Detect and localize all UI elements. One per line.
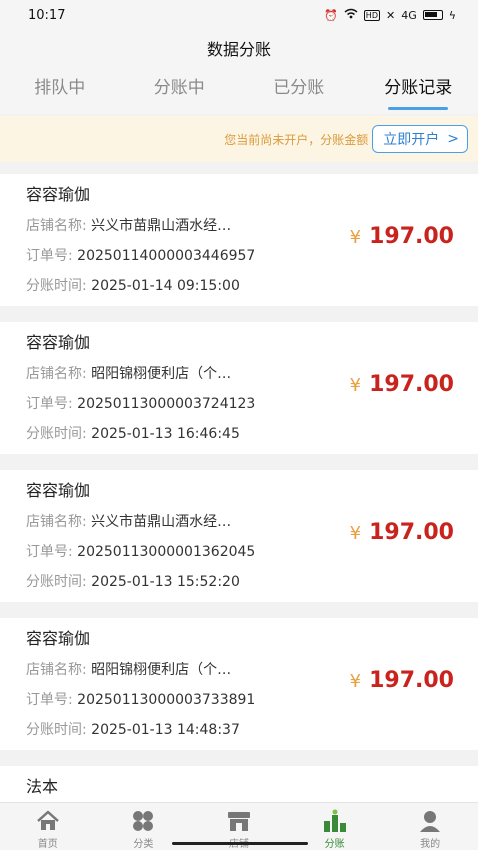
status-icons: ⏰ HD ✕ 4G ϟ (324, 8, 456, 22)
currency-symbol: ¥ (349, 375, 362, 396)
open-account-label: 立即开户 (383, 132, 440, 148)
home-icon (35, 809, 61, 833)
wifi-icon (344, 8, 358, 22)
home-indicator (172, 842, 308, 845)
record-card[interactable]: 容容瑜伽 店铺名称: 兴义市苗鼎山酒水经… 订单号: 2025011400000… (0, 174, 478, 306)
split-account-icon (322, 809, 348, 833)
tab-split-records[interactable]: 分账记录 (359, 70, 478, 114)
record-card[interactable]: 容容瑜伽 店铺名称: 昭阳锦栩便利店（个… 订单号: 2025011300000… (0, 322, 478, 454)
tab-splitting[interactable]: 分账中 (120, 70, 240, 114)
shop-icon (226, 809, 252, 833)
time-row: 分账时间: 2025-01-13 14:48:37 (26, 718, 478, 748)
time-row: 分账时间: 2025-01-13 16:46:45 (26, 422, 478, 452)
shop-label: 店铺名称: (26, 366, 87, 382)
order-value: 20250113000003733891 (77, 692, 256, 708)
nav-profile-label: 我的 (420, 839, 441, 850)
amount: ¥197.00 (350, 372, 454, 397)
tab-bar: 排队中 分账中 已分账 分账记录 (0, 70, 478, 114)
order-label: 订单号: (26, 396, 73, 412)
order-value: 20250113000001362045 (77, 544, 256, 560)
record-name: 容容瑜伽 (26, 185, 91, 204)
record-name: 容容瑜伽 (26, 629, 91, 648)
shop-value: 昭阳锦栩便利店（个… (91, 366, 232, 382)
order-value: 20250114000003446957 (77, 248, 256, 264)
record-name: 容容瑜伽 (26, 481, 91, 500)
amount: ¥197.00 (350, 224, 454, 249)
hd-badge: HD (363, 9, 380, 21)
time-value: 2025-01-14 09:15:00 (91, 278, 240, 294)
chevron-right-icon: > (447, 131, 459, 147)
tab-queued[interactable]: 排队中 (0, 70, 120, 114)
time-value: 2025-01-13 14:48:37 (91, 722, 240, 738)
notice-text: 您当前尚未开户，分账金额 (224, 132, 369, 147)
order-label: 订单号: (26, 544, 73, 560)
nav-split-account-label: 分账 (324, 839, 345, 850)
order-label: 订单号: (26, 692, 73, 708)
amount-value: 197.00 (369, 224, 454, 249)
currency-symbol: ¥ (349, 671, 362, 692)
time-row: 分账时间: 2025-01-13 15:52:20 (26, 570, 478, 600)
signal-off-icon: ✕ (385, 8, 396, 22)
time-label: 分账时间: (26, 574, 87, 590)
record-card[interactable]: 容容瑜伽 店铺名称: 兴义市苗鼎山酒水经… 订单号: 2025011300000… (0, 470, 478, 602)
amount-value: 197.00 (369, 520, 454, 545)
alarm-icon: ⏰ (324, 8, 338, 22)
time-label: 分账时间: (26, 426, 87, 442)
shop-label: 店铺名称: (26, 662, 87, 678)
time-label: 分账时间: (26, 278, 87, 294)
record-name: 容容瑜伽 (26, 333, 91, 352)
order-value: 20250113000003724123 (77, 396, 256, 412)
time-label: 分账时间: (26, 722, 87, 738)
status-time: 10:17 (28, 7, 66, 23)
time-value: 2025-01-13 15:52:20 (91, 574, 240, 590)
amount-value: 197.00 (369, 668, 454, 693)
profile-icon (417, 809, 443, 833)
record-list: 容容瑜伽 店铺名称: 兴义市苗鼎山酒水经… 订单号: 2025011400000… (0, 174, 478, 842)
time-row: 分账时间: 2025-01-14 09:15:00 (26, 274, 478, 304)
nav-home-label: 首页 (37, 839, 58, 850)
record-card[interactable]: 容容瑜伽 店铺名称: 昭阳锦栩便利店（个… 订单号: 2025011300000… (0, 618, 478, 750)
category-icon (130, 809, 156, 833)
tab-split-done[interactable]: 已分账 (239, 70, 359, 114)
charging-icon: ϟ (448, 8, 456, 22)
nav-profile[interactable]: 我的 (382, 803, 478, 850)
shop-value: 兴义市苗鼎山酒水经… (91, 218, 232, 234)
currency-symbol: ¥ (349, 523, 362, 544)
time-value: 2025-01-13 16:46:45 (91, 426, 240, 442)
account-notice: 您当前尚未开户，分账金额 立即开户 > (0, 116, 478, 162)
amount-value: 197.00 (369, 372, 454, 397)
open-account-button[interactable]: 立即开户 > (372, 125, 468, 153)
order-label: 订单号: (26, 248, 73, 264)
battery-icon (422, 10, 443, 20)
shop-value: 昭阳锦栩便利店（个… (91, 662, 232, 678)
amount: ¥197.00 (350, 520, 454, 545)
shop-label: 店铺名称: (26, 218, 87, 234)
amount: ¥197.00 (350, 668, 454, 693)
nav-home[interactable]: 首页 (0, 803, 96, 850)
nav-category-label: 分类 (133, 839, 154, 850)
shop-label: 店铺名称: (26, 514, 87, 530)
status-bar: 10:17 ⏰ HD ✕ 4G ϟ (0, 0, 478, 30)
network-label: 4G (401, 8, 417, 22)
currency-symbol: ¥ (349, 227, 362, 248)
shop-value: 兴义市苗鼎山酒水经… (91, 514, 232, 530)
page-title: 数据分账 (0, 30, 478, 70)
